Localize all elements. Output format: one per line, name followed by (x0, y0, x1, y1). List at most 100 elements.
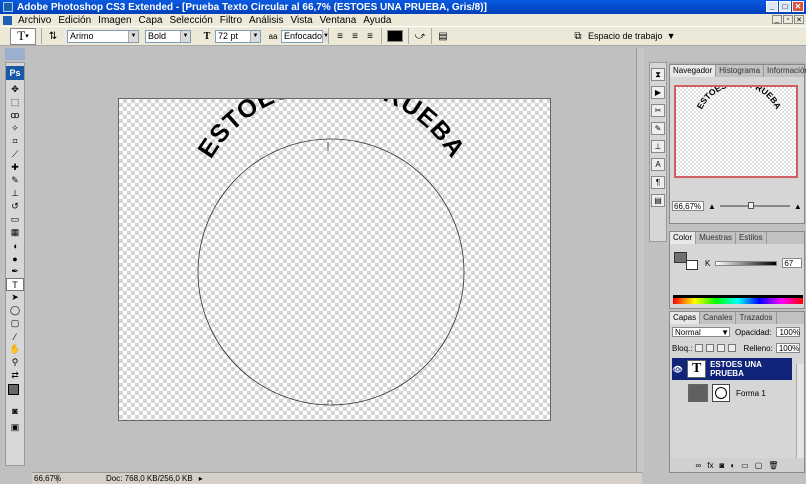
healing-brush-tool-icon[interactable]: ✚ (6, 161, 24, 174)
crop-tool-icon[interactable]: ⌗ (6, 135, 24, 148)
fill-field[interactable]: 100% (775, 343, 800, 353)
link-layers-icon[interactable]: ∞ (696, 461, 702, 470)
align-center-icon[interactable]: ≡ (349, 30, 361, 42)
lock-transparency-icon[interactable] (695, 344, 704, 352)
clone-source-icon[interactable]: ⊥ (651, 140, 665, 153)
lock-all-icon[interactable] (728, 344, 737, 352)
navigator-zoom-slider[interactable] (719, 202, 790, 209)
blend-mode-select[interactable]: Normal ▼ (672, 327, 730, 337)
screen-mode-icon[interactable]: ▣ (6, 421, 24, 434)
maximize-button[interactable]: □ (779, 1, 791, 12)
trash-icon[interactable]: 🗑 (768, 461, 778, 470)
tool-presets-icon[interactable]: ✂ (651, 104, 665, 117)
new-layer-icon[interactable]: ▢ (755, 461, 763, 470)
tab-styles[interactable]: Estilos (736, 232, 767, 244)
text-layer-thumbnail[interactable]: T (687, 360, 707, 378)
text-orientation-icon[interactable]: ⇅ (47, 30, 59, 42)
blur-tool-icon[interactable]: ◖ (6, 239, 24, 252)
history-panel-icon[interactable]: ⧗ (651, 68, 665, 81)
color-ramp[interactable] (673, 295, 803, 304)
layer-row[interactable]: 👁 T ESTOES UNA PRUEBA (672, 358, 792, 380)
dodge-tool-icon[interactable]: ● (6, 252, 24, 265)
doc-restore-button[interactable]: ▫ (783, 15, 793, 24)
menu-vista[interactable]: Vista (288, 15, 317, 26)
new-group-icon[interactable]: ▭ (741, 461, 749, 470)
paragraph-panel-icon[interactable]: ¶ (651, 176, 665, 189)
eye-icon[interactable] (672, 387, 684, 399)
tools-panel-header[interactable] (5, 48, 25, 60)
font-family-select[interactable]: Arimo ▼ (67, 29, 139, 43)
menu-analisis[interactable]: Análisis (246, 15, 287, 26)
actions-panel-icon[interactable]: ▶ (651, 86, 665, 99)
add-mask-icon[interactable]: ◙ (719, 461, 724, 470)
character-panel-icon[interactable]: A (651, 158, 665, 171)
swap-colors-icon[interactable]: ⇄ (6, 369, 24, 382)
k-value-field[interactable]: 67 (782, 258, 803, 268)
menu-ventana[interactable]: Ventana (317, 15, 361, 26)
document-icon[interactable] (3, 15, 12, 25)
arc-text[interactable]: ESTOES UNA PRUEBA (192, 99, 470, 163)
text-color-swatch[interactable] (387, 30, 403, 42)
zoom-level[interactable]: 66,67% (32, 474, 61, 483)
tab-color[interactable]: Color (670, 232, 697, 244)
canvas-vertical-scrollbar[interactable] (636, 48, 644, 472)
menu-seleccion[interactable]: Selección (166, 15, 216, 26)
lock-pixels-icon[interactable] (706, 344, 715, 352)
lock-position-icon[interactable] (717, 344, 726, 352)
doc-close-button[interactable]: ✕ (794, 15, 804, 24)
magic-wand-tool-icon[interactable]: ✧ (6, 122, 24, 135)
antialias-select[interactable]: Enfocado ▼ (281, 29, 329, 43)
layer-comps-icon[interactable]: ▤ (651, 194, 665, 207)
eraser-tool-icon[interactable]: ▭ (6, 213, 24, 226)
color-swatches[interactable] (6, 382, 24, 404)
pen-tool-icon[interactable]: ✒ (6, 265, 24, 278)
font-style-select[interactable]: Bold ▼ (145, 29, 191, 43)
marquee-tool-icon[interactable]: ⬚ (6, 96, 24, 109)
type-tool-icon[interactable]: T (6, 278, 24, 291)
bridge-icon[interactable]: ⧉ (572, 30, 584, 42)
document-canvas[interactable]: ESTOES UNA PRUEBA (118, 98, 551, 421)
clone-stamp-tool-icon[interactable]: ⊥ (6, 187, 24, 200)
lasso-tool-icon[interactable]: ꝏ (6, 109, 24, 122)
zoom-out-icon[interactable]: ▲ (708, 202, 716, 211)
doc-minimize-button[interactable]: _ (772, 15, 782, 24)
tab-layers[interactable]: Capas (670, 312, 701, 324)
status-menu-arrow-icon[interactable]: ▸ (199, 474, 203, 483)
foreground-color-swatch[interactable] (8, 384, 19, 395)
minimize-button[interactable]: _ (766, 1, 778, 12)
tab-swatches[interactable]: Muestras (696, 232, 737, 244)
shape-tool-icon[interactable]: ◯ (6, 304, 24, 317)
color-swatch-pair[interactable] (674, 252, 700, 274)
workspace-menu[interactable]: ⧉ Espacio de trabajo ▼ (572, 30, 675, 42)
brushes-panel-icon[interactable]: ✎ (651, 122, 665, 135)
zoom-in-icon[interactable]: ▲ (794, 202, 802, 211)
close-button[interactable]: ✕ (792, 1, 804, 12)
slider-knob[interactable] (747, 202, 754, 209)
k-slider[interactable] (715, 260, 778, 266)
path-selection-tool-icon[interactable]: ➤ (6, 291, 24, 304)
move-tool-icon[interactable]: ✥ (6, 83, 24, 96)
hand-tool-icon[interactable]: ✋ (6, 343, 24, 356)
layer-row[interactable]: Forma 1 (672, 382, 792, 404)
background-color-swatch[interactable] (686, 260, 698, 270)
slice-tool-icon[interactable]: ⟋ (6, 148, 24, 161)
brush-tool-icon[interactable]: ✎ (6, 174, 24, 187)
layer-style-icon[interactable]: fx (707, 461, 713, 470)
opacity-field[interactable]: 100% (776, 327, 801, 337)
layers-scrollbar[interactable] (796, 364, 804, 472)
warp-text-icon[interactable]: ⤻ (414, 30, 426, 42)
menu-edicion[interactable]: Edición (55, 15, 95, 26)
tab-info[interactable]: Información (764, 65, 806, 77)
shape-layer-thumbnail[interactable] (688, 384, 708, 402)
zoom-tool-icon[interactable]: ⚲ (6, 356, 24, 369)
tab-paths[interactable]: Trazados (736, 312, 777, 324)
font-size-select[interactable]: 72 pt ▼ (215, 29, 261, 43)
notes-tool-icon[interactable]: ▢ (6, 317, 24, 330)
align-right-icon[interactable]: ≡ (364, 30, 376, 42)
gradient-tool-icon[interactable]: ▦ (6, 226, 24, 239)
character-panel-icon[interactable]: ▤ (437, 30, 449, 42)
adjustment-layer-icon[interactable]: ◐ (730, 461, 735, 470)
tab-navigator[interactable]: Navegador (670, 65, 717, 77)
menu-filtro[interactable]: Filtro (217, 15, 246, 26)
quick-mask-icon[interactable]: ◙ (6, 404, 24, 417)
